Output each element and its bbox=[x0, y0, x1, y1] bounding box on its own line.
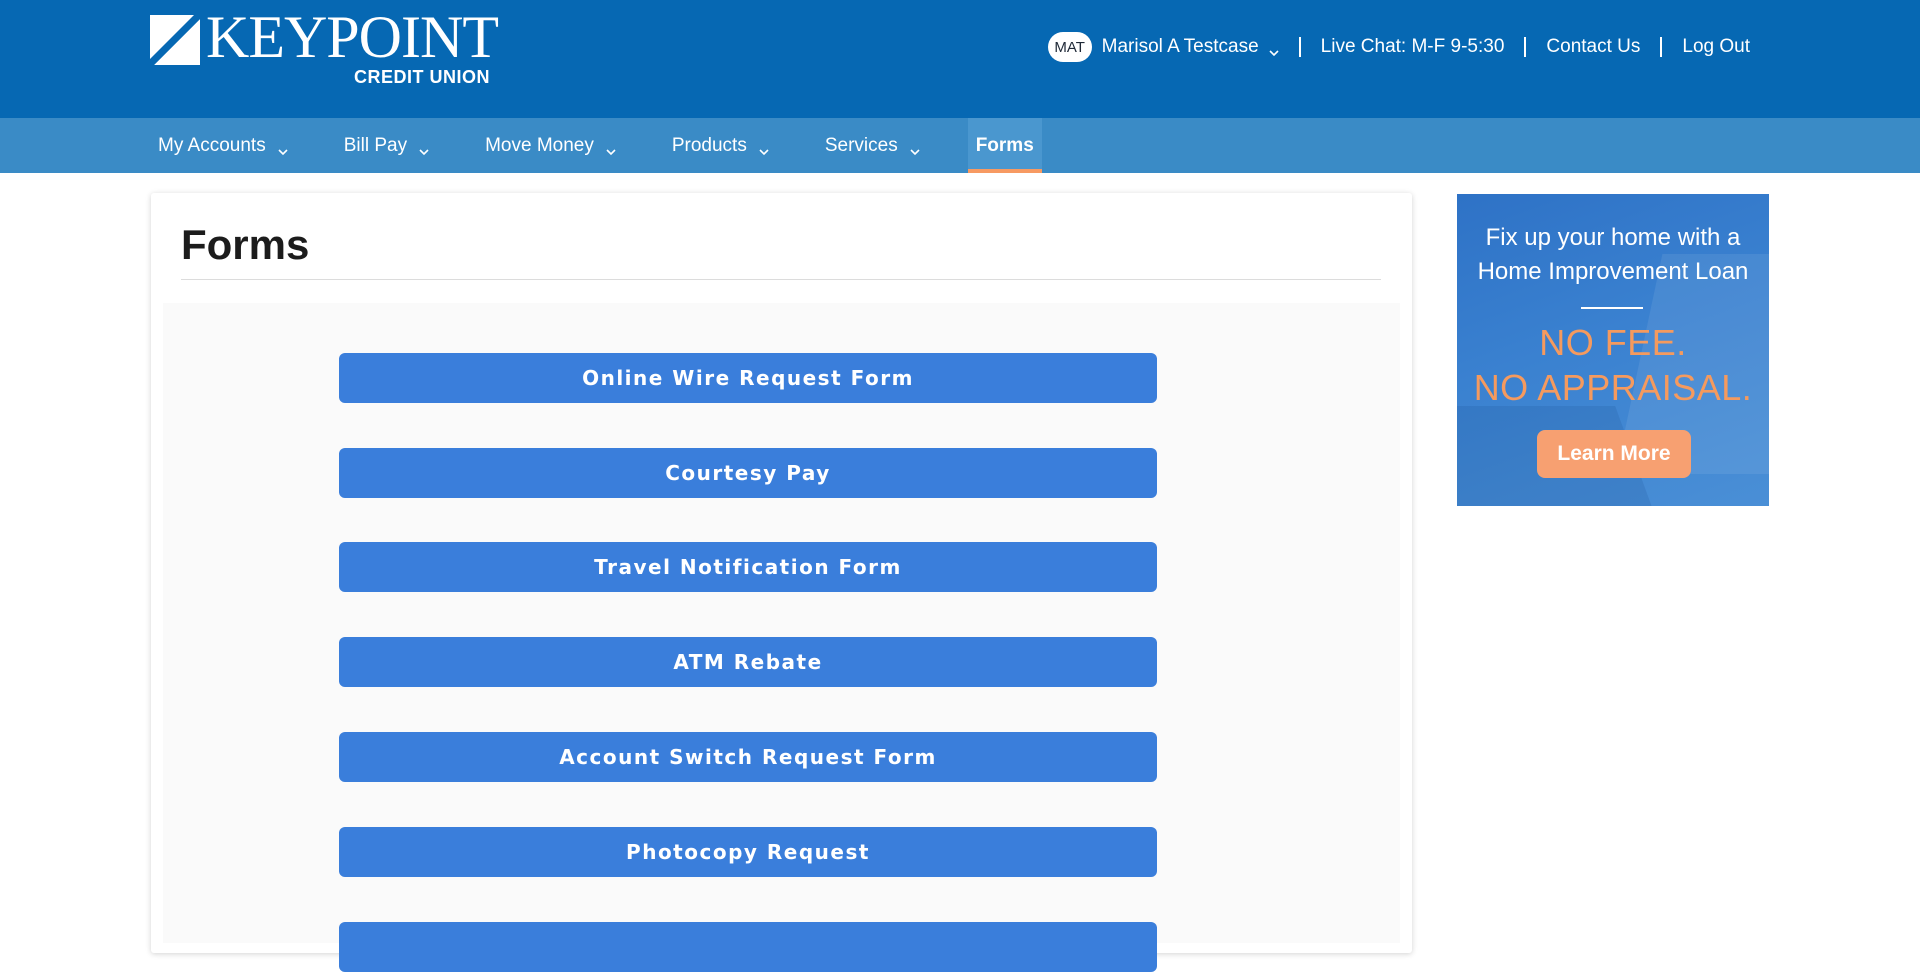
header-divider bbox=[1524, 37, 1527, 57]
nav-item-services[interactable]: Services bbox=[817, 118, 928, 173]
photocopy-request-button[interactable]: Photocopy Request bbox=[339, 827, 1157, 877]
nav-item-move-money[interactable]: Move Money bbox=[477, 118, 624, 173]
user-name: Marisol A Testcase bbox=[1101, 36, 1259, 57]
chevron-down-icon bbox=[606, 141, 616, 155]
page-title: Forms bbox=[181, 221, 310, 268]
ad-divider bbox=[1581, 307, 1643, 309]
account-switch-request-form-button[interactable]: Account Switch Request Form bbox=[339, 732, 1157, 782]
chevron-down-icon bbox=[910, 141, 920, 155]
title-divider bbox=[181, 279, 1381, 280]
courtesy-pay-button[interactable]: Courtesy Pay bbox=[339, 448, 1157, 498]
nav-item-label: Bill Pay bbox=[343, 134, 408, 156]
online-wire-request-form-button[interactable]: Online Wire Request Form bbox=[339, 353, 1157, 403]
nav-item-label: Products bbox=[671, 134, 747, 156]
chevron-down-icon bbox=[278, 141, 288, 155]
chevron-down-icon bbox=[1269, 42, 1279, 57]
nav-item-label: Move Money bbox=[485, 134, 594, 156]
ad-headline-line2: Home Improvement Loan bbox=[1477, 258, 1749, 285]
forms-list: Online Wire Request Form Courtesy Pay Tr… bbox=[163, 303, 1400, 972]
form-button-partial[interactable] bbox=[339, 922, 1157, 972]
chevron-down-icon bbox=[759, 141, 769, 155]
chevron-down-icon bbox=[419, 141, 429, 155]
atm-rebate-button[interactable]: ATM Rebate bbox=[339, 637, 1157, 687]
avatar[interactable]: MAT bbox=[1047, 32, 1092, 62]
ad-offer-no-fee: NO FEE. bbox=[1539, 322, 1687, 363]
main-nav: My Accounts Bill Pay Move Money Products… bbox=[0, 118, 1920, 173]
user-menu[interactable]: Marisol A Testcase bbox=[1102, 36, 1279, 58]
nav-item-my-accounts[interactable]: My Accounts bbox=[150, 118, 296, 173]
travel-notification-form-button[interactable]: Travel Notification Form bbox=[339, 542, 1157, 592]
live-chat-link[interactable]: Live Chat: M-F 9-5:30 bbox=[1321, 36, 1505, 58]
learn-more-button[interactable]: Learn More bbox=[1537, 430, 1691, 478]
header-divider bbox=[1298, 37, 1301, 57]
nav-item-label: My Accounts bbox=[158, 134, 266, 156]
contact-us-link[interactable]: Contact Us bbox=[1546, 36, 1640, 58]
nav-item-label: Forms bbox=[975, 134, 1034, 156]
forms-card: Forms Online Wire Request Form Courtesy … bbox=[151, 193, 1412, 972]
ad-headline-line1: Fix up your home with a bbox=[1485, 224, 1741, 251]
nav-item-bill-pay[interactable]: Bill Pay bbox=[336, 118, 437, 173]
home-improvement-ad[interactable]: Fix up your home with a Home Improvement… bbox=[1457, 194, 1769, 506]
top-header: KEYPOINT CREDIT UNION MAT Marisol A Test… bbox=[0, 0, 1920, 118]
logo-subtitle: CREDIT UNION bbox=[354, 67, 490, 87]
header-divider bbox=[1660, 37, 1663, 57]
nav-list: My Accounts Bill Pay Move Money Products… bbox=[150, 118, 1082, 173]
logo-wordmark: KEYPOINT bbox=[206, 4, 499, 70]
nav-item-label: Services bbox=[824, 134, 898, 156]
nav-item-products[interactable]: Products bbox=[664, 118, 777, 173]
log-out-link[interactable]: Log Out bbox=[1682, 36, 1750, 58]
logo-mark-icon bbox=[150, 15, 200, 65]
keypoint-logo[interactable]: KEYPOINT CREDIT UNION bbox=[150, 7, 510, 89]
nav-item-forms[interactable]: Forms bbox=[967, 118, 1042, 173]
ad-offer-no-appraisal: NO APPRAISAL. bbox=[1473, 367, 1753, 408]
user-nav: MAT Marisol A Testcase Live Chat: M-F 9-… bbox=[1047, 30, 1750, 64]
